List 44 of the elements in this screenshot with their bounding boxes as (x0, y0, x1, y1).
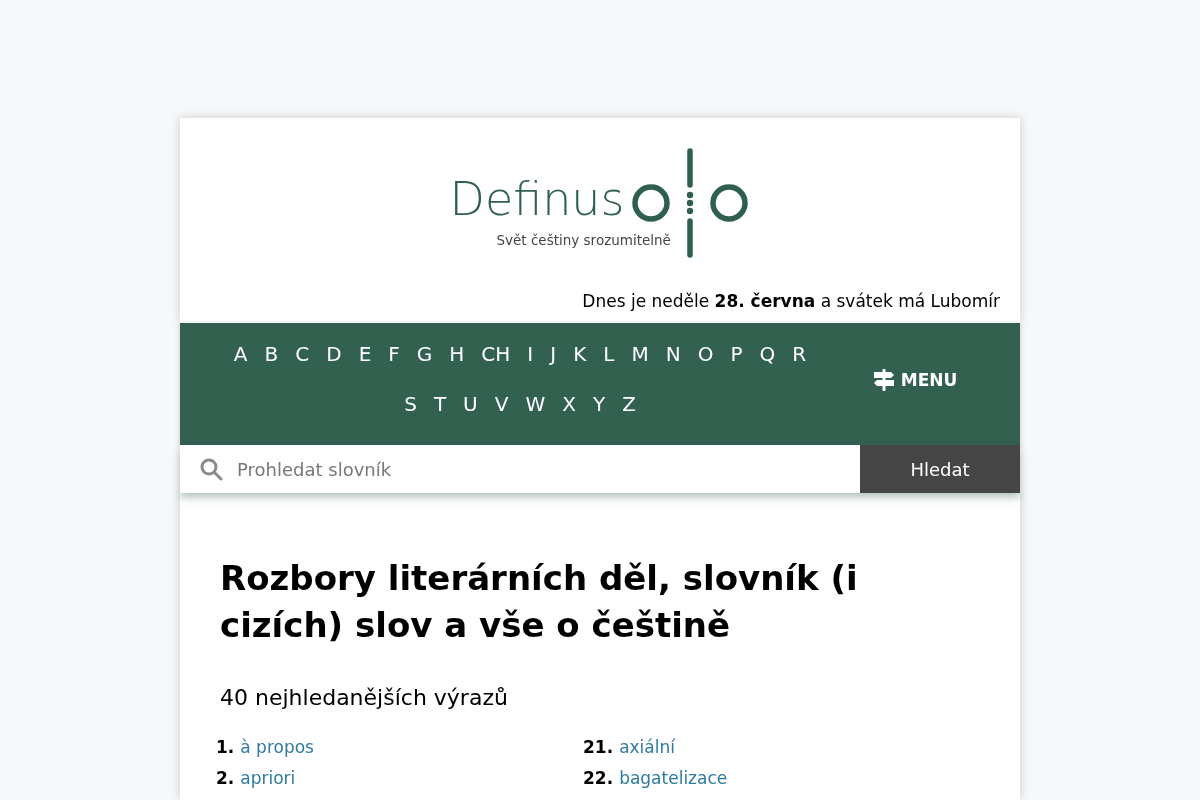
rank-number: 22. (583, 767, 614, 790)
logo-wordmark: Definus (449, 171, 625, 227)
search-icon (200, 457, 223, 481)
letter-link[interactable]: CH (472, 329, 519, 379)
letter-link[interactable]: X (553, 379, 585, 429)
rank-number: 2. (216, 767, 235, 790)
logo-tagline: Svět češtiny srozumitelně (496, 231, 671, 249)
term-link[interactable]: bagatelizace (619, 766, 728, 792)
letter-link[interactable]: G (408, 329, 441, 379)
letter-link[interactable]: U (454, 379, 487, 429)
letter-link[interactable]: S (395, 379, 426, 429)
letter-link[interactable]: O (689, 329, 722, 379)
section-heading: 40 nejhledanějších výrazů (220, 684, 509, 712)
letter-link[interactable]: Z (613, 379, 645, 429)
rank-number: 21. (583, 736, 614, 759)
letter-link[interactable]: W (516, 379, 554, 429)
letter-link[interactable]: L (594, 329, 623, 379)
term-link[interactable]: axiální (619, 735, 675, 761)
letter-link[interactable]: H (440, 329, 473, 379)
term-link[interactable]: à propos (240, 735, 314, 761)
signpost-icon (872, 369, 895, 391)
letter-link[interactable]: P (721, 329, 751, 379)
letter-link[interactable]: K (564, 329, 595, 379)
letter-link[interactable]: E (350, 329, 380, 379)
letter-link[interactable]: Y (584, 379, 614, 429)
letter-link[interactable]: Q (751, 329, 784, 379)
letter-link[interactable]: F (379, 329, 409, 379)
rank-number: 1. (216, 736, 235, 759)
letter-link[interactable]: R (783, 329, 815, 379)
letter-link[interactable]: I (518, 329, 542, 379)
letter-link[interactable]: C (286, 329, 318, 379)
letter-link[interactable]: B (256, 329, 287, 379)
letter-link[interactable]: A (225, 329, 257, 379)
letter-link[interactable]: V (486, 379, 517, 429)
letter-link[interactable]: J (541, 329, 565, 379)
menu-button[interactable]: MENU (868, 365, 962, 395)
page-title: Rozbory literárních děl, slovník (i cizích) slov a vše o češtině (220, 557, 859, 647)
date-line: Dnes je neděle 28. června a svátek má Lubomír (582, 290, 1000, 313)
term-link[interactable]: apriori (240, 766, 296, 792)
letter-link[interactable]: D (317, 329, 351, 379)
letter-link[interactable]: M (622, 329, 658, 379)
letter-link[interactable]: T (425, 379, 455, 429)
search-button[interactable]: Hledat (860, 445, 1020, 493)
letter-link[interactable]: N (657, 329, 690, 379)
